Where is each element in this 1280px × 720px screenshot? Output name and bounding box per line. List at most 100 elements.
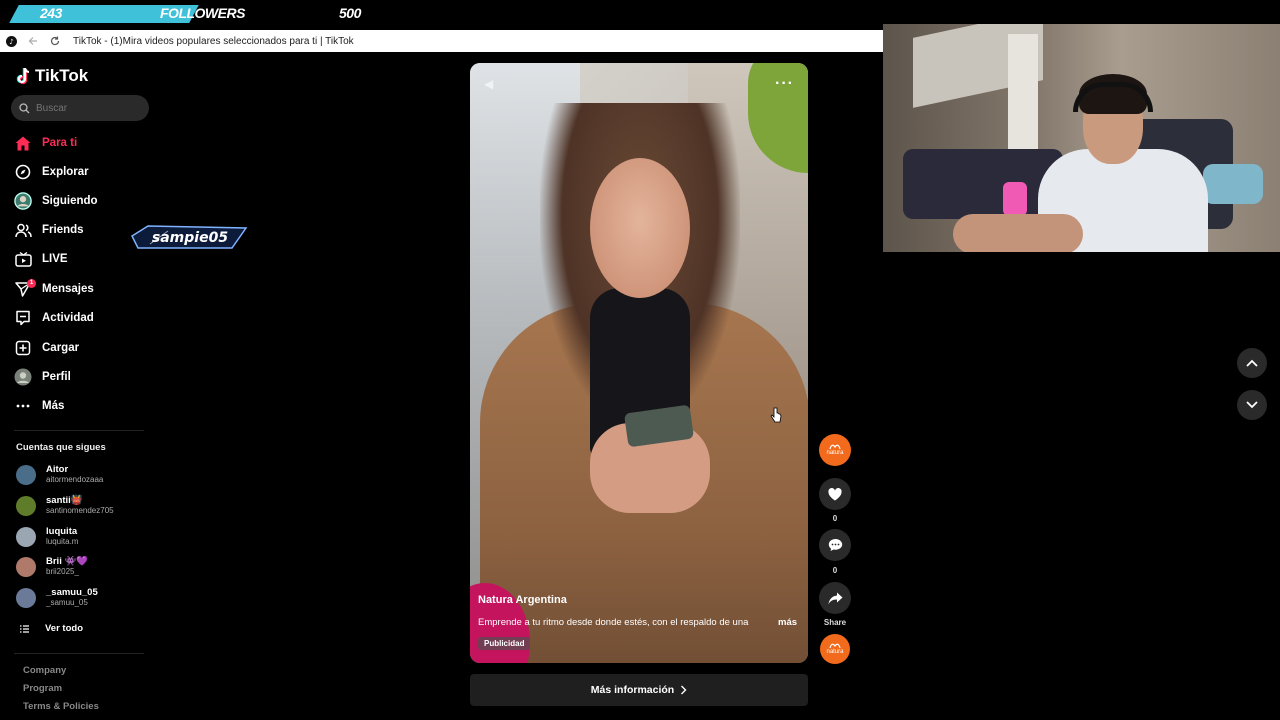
follower-goal-overlay: 243 FOLLOWERS 500 xyxy=(0,0,400,26)
followers-current: 243 xyxy=(40,5,62,21)
footer-link-program[interactable]: Program xyxy=(23,683,62,694)
nav-item-mensajes[interactable]: 1 Mensajes xyxy=(14,278,94,300)
following-account[interactable]: Brii 👾💜 brii2025_ xyxy=(16,557,88,577)
webcam-feed xyxy=(883,24,1280,252)
following-account[interactable]: _samuu_05 _samuu_05 xyxy=(16,588,98,608)
account-name: santii👹 xyxy=(46,495,83,506)
account-handle: santinomendez705 xyxy=(46,506,114,515)
more-info-label: Más información xyxy=(590,684,675,696)
video-description: Emprende a tu ritmo desde donde estés, c… xyxy=(478,617,749,628)
brand-avatar-text: natura xyxy=(826,450,844,456)
nav-item-para-ti[interactable]: Para ti xyxy=(14,132,77,154)
video-author[interactable]: Natura Argentina xyxy=(478,594,567,606)
more-info-button[interactable]: Más información xyxy=(470,674,808,706)
account-avatar xyxy=(16,588,36,608)
divider xyxy=(14,430,144,431)
following-account[interactable]: santii👹 santinomendez705 xyxy=(16,496,114,516)
nav-label: Perfil xyxy=(42,371,71,383)
see-all-button[interactable]: Ver todo xyxy=(20,623,83,634)
home-icon xyxy=(14,134,32,152)
followers-label: FOLLOWERS xyxy=(160,5,245,21)
chevron-up-icon xyxy=(1246,359,1258,367)
reload-icon[interactable] xyxy=(49,35,61,47)
send-icon: 1 xyxy=(14,279,36,298)
description-more-button[interactable]: más xyxy=(778,617,797,628)
profile-avatar-icon xyxy=(14,368,32,386)
brand-avatar-button[interactable]: natura xyxy=(819,434,851,466)
share-button[interactable] xyxy=(819,582,851,614)
logo-text: TikTok xyxy=(35,66,89,85)
next-video-button[interactable] xyxy=(1237,390,1267,420)
comment-icon xyxy=(828,539,842,551)
following-account[interactable]: Aitor aitormendozaaa xyxy=(16,465,103,485)
brand-disc-text: natura xyxy=(826,649,844,655)
avatar-icon xyxy=(14,192,32,210)
nav-label: Más xyxy=(42,400,65,412)
search-box[interactable] xyxy=(11,95,149,121)
nav-item-explorar[interactable]: Explorar xyxy=(14,161,89,183)
watermark-text: sampie05 xyxy=(152,230,228,246)
divider xyxy=(14,653,144,654)
svg-text:♪: ♪ xyxy=(9,38,13,46)
video-more-options-icon[interactable]: ··· xyxy=(775,75,794,93)
following-section-title: Cuentas que sigues xyxy=(16,442,106,453)
nav-item-siguiendo[interactable]: Siguiendo xyxy=(14,190,98,212)
more-dots-icon xyxy=(14,397,32,415)
account-avatar xyxy=(16,465,36,485)
chevron-right-icon xyxy=(681,685,687,695)
comment-count: 0 xyxy=(832,566,838,575)
nav-item-mas[interactable]: Más xyxy=(14,395,64,417)
nav-label: Cargar xyxy=(42,342,80,354)
nav-item-live[interactable]: LIVE xyxy=(14,248,68,270)
webcam-streamer-arm xyxy=(953,214,1083,252)
tiktok-logo[interactable]: TikTok xyxy=(16,66,88,86)
chevron-down-icon xyxy=(1246,401,1258,409)
nav-item-cargar[interactable]: Cargar xyxy=(14,337,79,359)
account-handle: aitormendozaaa xyxy=(46,475,104,484)
natura-logo-icon xyxy=(829,643,841,649)
natura-logo-icon xyxy=(829,444,841,450)
nav-item-actividad[interactable]: Actividad xyxy=(14,307,94,329)
share-label: Share xyxy=(823,618,847,627)
video-subject-face xyxy=(590,158,690,298)
like-button[interactable] xyxy=(819,478,851,510)
mute-icon[interactable]: ◀ xyxy=(484,77,493,91)
tiktok-note-icon xyxy=(16,67,30,85)
account-name: Aitor xyxy=(46,464,69,475)
mouse-pointer-icon xyxy=(770,407,782,423)
webcam-microphone xyxy=(1003,182,1027,216)
following-account[interactable]: luquita luquita.m xyxy=(16,527,78,547)
sponsored-tag: Publicidad xyxy=(478,637,531,650)
streamer-logo-watermark: sampie05 xyxy=(131,225,248,249)
heart-icon xyxy=(828,487,842,500)
previous-video-button[interactable] xyxy=(1237,348,1267,378)
search-input[interactable] xyxy=(36,102,136,114)
nav-label: Explorar xyxy=(42,166,89,178)
back-arrow-icon[interactable] xyxy=(27,35,39,47)
account-avatar xyxy=(16,557,36,577)
nav-label: Actividad xyxy=(42,312,94,324)
video-player[interactable]: ◀ ··· Natura Argentina Emprende a tu rit… xyxy=(470,63,808,663)
upload-icon xyxy=(14,339,32,357)
comment-button[interactable] xyxy=(819,529,851,561)
account-name: Brii 👾💜 xyxy=(46,556,89,567)
friends-icon xyxy=(14,221,32,239)
nav-label: LIVE xyxy=(42,253,68,265)
brand-music-disc[interactable]: natura xyxy=(820,634,850,664)
account-handle: luquita.m xyxy=(46,537,79,546)
nav-label: Siguiendo xyxy=(42,195,98,207)
nav-item-perfil[interactable]: Perfil xyxy=(14,366,71,388)
activity-icon xyxy=(14,309,32,327)
list-icon xyxy=(20,624,29,633)
account-handle: brii2025_ xyxy=(46,567,79,576)
account-avatar xyxy=(16,527,36,547)
nav-item-friends[interactable]: Friends xyxy=(14,219,84,241)
nav-label: Para ti xyxy=(42,137,78,149)
like-count: 0 xyxy=(832,514,838,523)
tiktok-favicon-icon: ♪ xyxy=(5,35,17,47)
browser-bar: ♪ TikTok - (1)Mira videos populares sele… xyxy=(0,30,883,52)
footer-link-company[interactable]: Company xyxy=(23,665,66,676)
message-badge: 1 xyxy=(27,279,36,288)
footer-link-terms[interactable]: Terms & Policies xyxy=(23,701,99,712)
account-avatar xyxy=(16,496,36,516)
